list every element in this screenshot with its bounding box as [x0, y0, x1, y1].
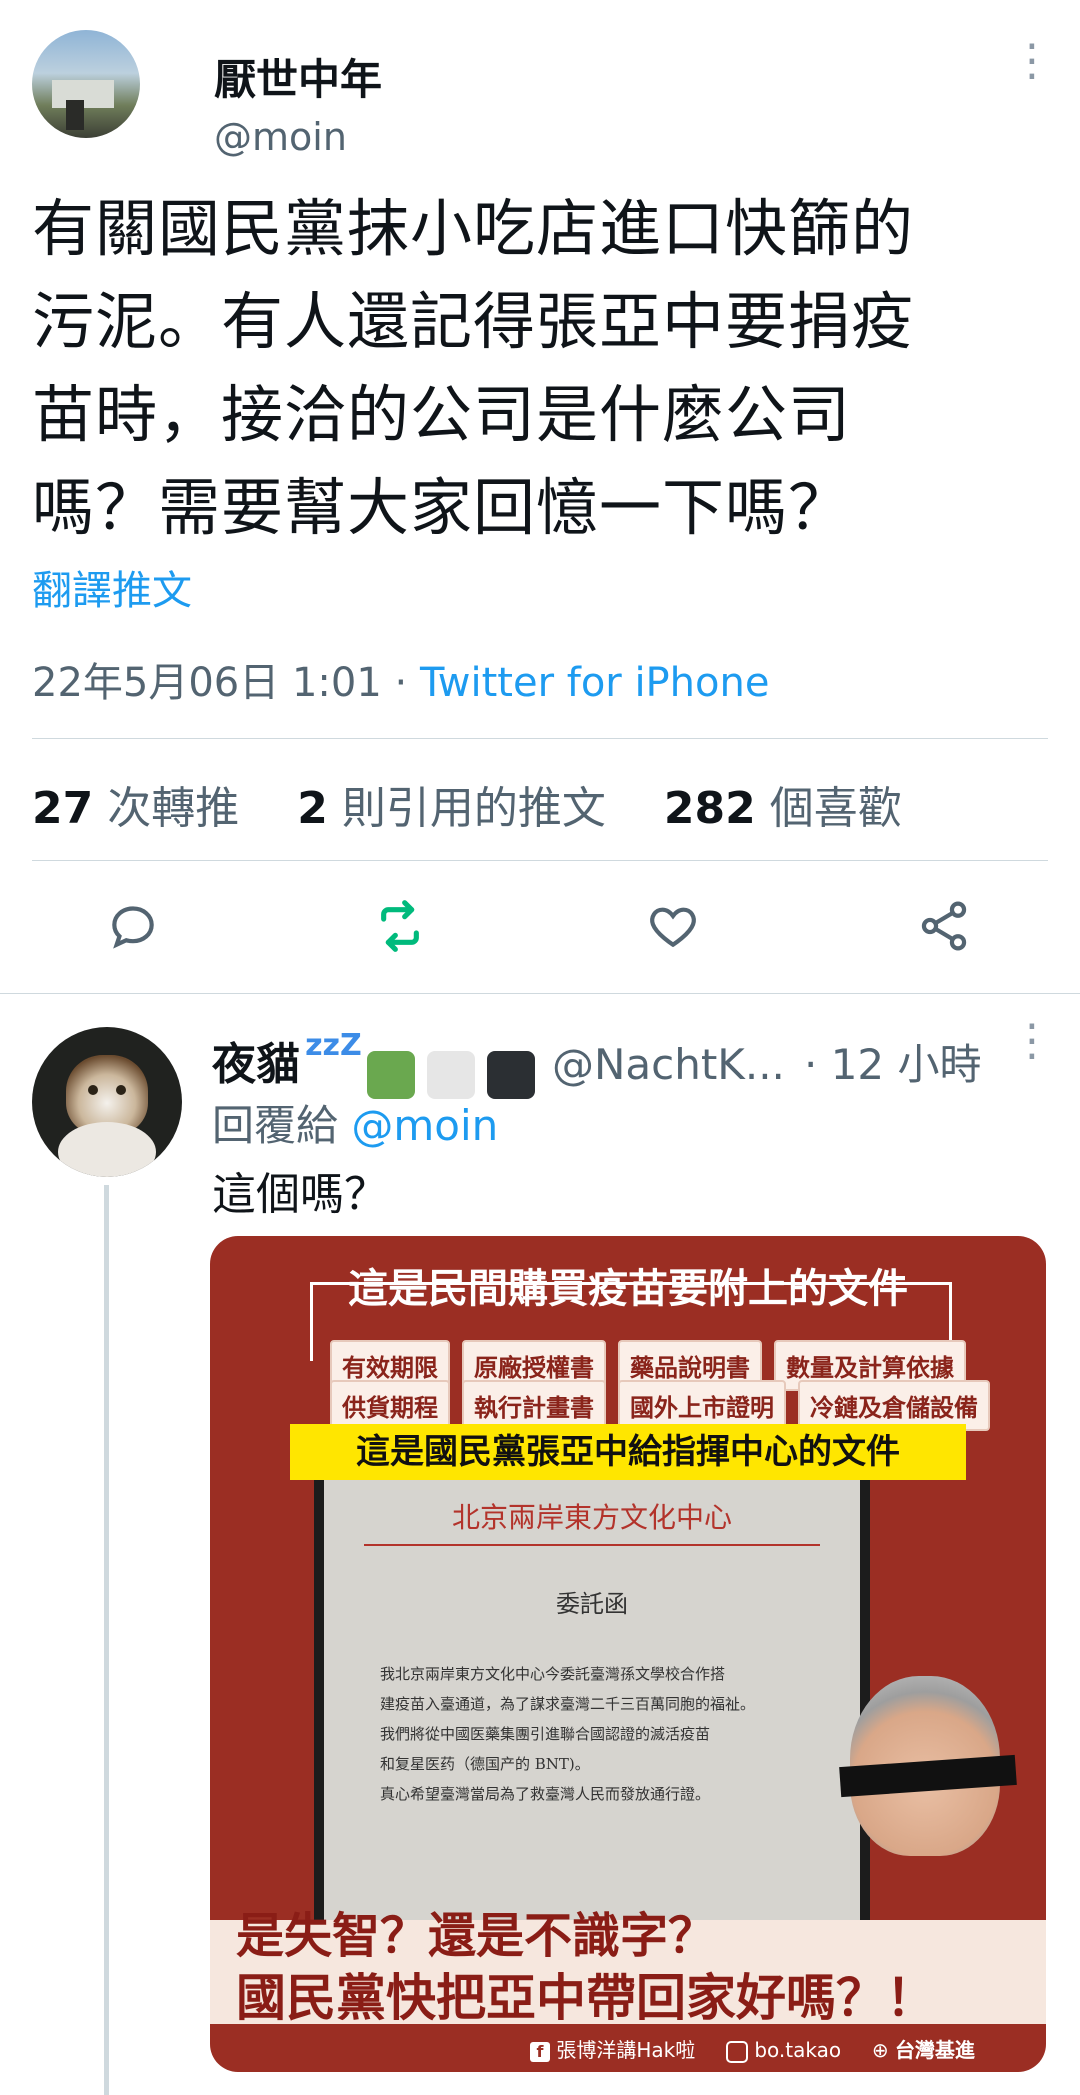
letter-line: 和复星医药（德国产的 BNT)。 — [380, 1755, 590, 1773]
party-logo-icon: ⊕ — [871, 2038, 889, 2062]
reply-more-options-icon[interactable]: ⋮ — [1010, 1019, 1054, 1063]
letter-line: 我們將從中國医藥集團引進聯合國認證的滅活疫苗 — [380, 1725, 711, 1743]
yellow-banner: 這是國民黨張亞中給指揮中心的文件 — [290, 1424, 966, 1480]
instagram-icon — [725, 2040, 748, 2063]
zzz-emoji: zzZ — [305, 1028, 362, 1063]
letter-org: 北京兩岸東方文化中心 — [451, 1501, 732, 1534]
divider — [0, 993, 1080, 994]
author-avatar[interactable] — [32, 30, 140, 138]
retweet-button[interactable] — [372, 898, 428, 958]
quotes-stat[interactable]: 2 則引用的推文 — [297, 783, 606, 834]
replying-prefix: 回覆給 — [212, 1101, 339, 1150]
divider — [32, 738, 1048, 739]
retweets-stat[interactable]: 27 次轉推 — [32, 783, 239, 834]
tweet-text-line: 嗎？需要幫大家回憶一下嗎？ — [32, 471, 852, 544]
like-button[interactable] — [645, 898, 701, 958]
translate-tweet-link[interactable]: 翻譯推文 — [32, 558, 192, 616]
letter-line: 我北京兩岸東方文化中心今委託臺灣孫文學校合作搭 — [380, 1665, 726, 1683]
tweet-text-line: 污泥。有人還記得張亞中要捐疫 — [32, 285, 915, 358]
divider — [32, 860, 1048, 861]
retweet-icon — [381, 900, 419, 952]
footer-instagram: bo.takao — [754, 2038, 842, 2062]
footer-facebook: 張博洋講Hak啦 — [556, 2038, 696, 2062]
more-options-icon[interactable]: ⋮ — [1010, 39, 1054, 83]
replying-handle-link[interactable]: @moin — [351, 1101, 498, 1150]
tweet-date[interactable]: 22年5月06日 1:01 — [32, 660, 382, 706]
reply-header: 夜貓 zzZ @NachtK... · 12 小時 — [212, 1028, 982, 1099]
likes-stat[interactable]: 282 個喜歡 — [664, 783, 902, 834]
tweet-timestamp: 22年5月06日 1:01 · Twitter for iPhone — [32, 650, 769, 708]
reply-author-handle[interactable]: @NachtK... — [552, 1040, 785, 1089]
reply-author-avatar[interactable] — [32, 1027, 182, 1177]
footer-party: 台灣基進 — [894, 2038, 975, 2062]
slogan-line-2: 國民黨快把亞中帶回家好嗎？！ — [236, 1968, 936, 2027]
letter-title: 委託函 — [556, 1590, 628, 1618]
thread-line — [104, 1185, 109, 2095]
slogan-line-1: 是失智？還是不識字？ — [236, 1908, 717, 1964]
letter-line: 真心希望臺灣當局為了救臺灣人民而發放通行證。 — [380, 1785, 711, 1803]
author-handle[interactable]: @moin — [214, 115, 347, 159]
tweet-stats: 27 次轉推 2 則引用的推文 282 個喜歡 — [32, 772, 902, 836]
meta-separator: · — [394, 660, 408, 706]
tweet-text: 有關國民黨抹小吃店進口快篩的 污泥。有人還記得張亞中要捐疫 苗時，接洽的公司是什… — [32, 182, 1052, 554]
reply-author-name[interactable]: 夜貓 — [212, 1039, 300, 1090]
tweet-source[interactable]: Twitter for iPhone — [420, 660, 770, 706]
tweet-text-line: 有關國民黨抹小吃店進口快篩的 — [32, 192, 915, 265]
reply-attached-image[interactable]: 這是民間購買疫苗要附上的文件 有效期限 原廠授權書 藥品說明書 數量及計算依據 … — [210, 1236, 1046, 2072]
share-icon — [921, 901, 967, 951]
image-footer: f 張博洋講Hak啦 bo.takao ⊕ 台灣基進 — [530, 2034, 975, 2063]
reply-time[interactable]: · 12 小時 — [804, 1040, 982, 1089]
author-name[interactable]: 厭世中年 — [214, 46, 382, 107]
tweet-text-line: 苗時，接洽的公司是什麼公司 — [32, 378, 852, 451]
letter-document: 北京兩岸東方文化中心 委託函 我北京兩岸東方文化中心今委託臺灣孫文學校合作搭 建… — [314, 1480, 870, 1920]
reply-text: 這個嗎？ — [212, 1169, 388, 1220]
reply-button[interactable] — [105, 898, 161, 958]
facebook-icon: f — [530, 2042, 550, 2062]
heart-icon — [650, 907, 696, 948]
letter-body: 我北京兩岸東方文化中心今委託臺灣孫文學校合作搭 建疫苗入臺通道，為了謀求臺灣二千… — [380, 1659, 820, 1809]
image-header: 這是民間購買疫苗要附上的文件 — [348, 1266, 908, 1312]
share-button[interactable] — [916, 898, 972, 958]
replying-to: 回覆給 @moin — [212, 1092, 498, 1153]
reply-icon — [112, 906, 154, 949]
letter-line: 建疫苗入臺通道，為了謀求臺灣二千三百萬同胞的福祉。 — [380, 1695, 756, 1713]
